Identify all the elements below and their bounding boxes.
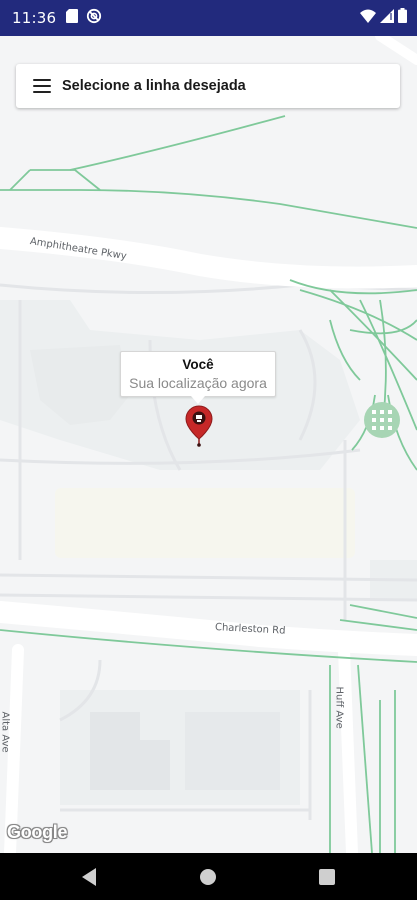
info-window-snippet: Sua localização agora: [129, 375, 267, 391]
info-window-tail: [191, 396, 205, 404]
recents-square-icon[interactable]: [318, 868, 336, 891]
line-search-bar[interactable]: Selecione a linha desejada: [16, 64, 400, 108]
search-bar-label: Selecione a linha desejada: [62, 78, 246, 94]
battery-icon: [398, 8, 407, 28]
sd-card-icon: [66, 8, 79, 28]
location-info-window[interactable]: Você Sua localização agora: [120, 351, 276, 397]
back-triangle-icon[interactable]: [80, 867, 98, 892]
road-label-alta: Alta Ave: [0, 711, 11, 753]
road-label-huff: Huff Ave: [333, 686, 345, 729]
info-window-title: Você: [182, 357, 214, 372]
system-nav-bar: [0, 853, 417, 900]
status-bar: 11:36: [0, 0, 417, 36]
google-attribution-logo: Google: [7, 822, 68, 842]
wifi-icon: [360, 9, 376, 28]
status-time: 11:36: [12, 9, 57, 27]
map-pin-icon[interactable]: [185, 405, 213, 447]
signal-icon: [380, 8, 394, 28]
hamburger-menu-icon[interactable]: [33, 79, 51, 93]
no-sync-icon: [86, 8, 102, 29]
home-circle-icon[interactable]: [199, 868, 217, 891]
